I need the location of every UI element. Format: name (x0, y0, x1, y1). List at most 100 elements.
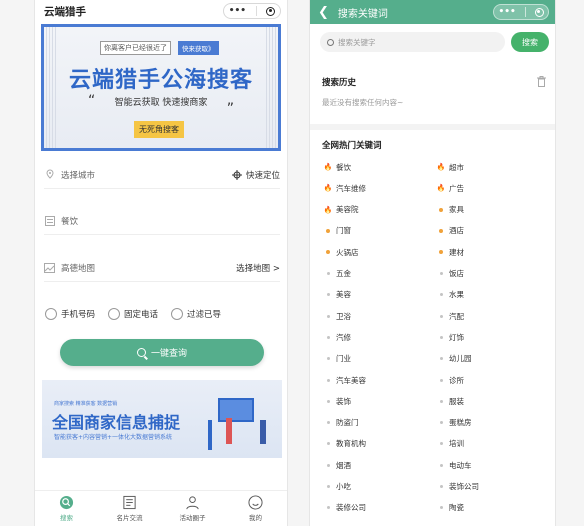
hot-keyword-item[interactable]: 培训 (437, 439, 464, 449)
radio-label: 手机号码 (61, 310, 96, 320)
close-target-icon[interactable] (534, 7, 544, 17)
hot-keyword-label: 蛋糕房 (449, 418, 472, 428)
hot-keyword-item[interactable]: 火锅店 (324, 247, 359, 257)
hot-keyword-item[interactable]: 🔥 汽车维修 (324, 183, 366, 193)
hot-keyword-item[interactable]: 汽车美容 (324, 375, 366, 385)
flame-icon: 🔥 (323, 205, 333, 214)
map-selector[interactable]: 高德地图 选择地图 > (44, 254, 280, 282)
hot-keyword-item[interactable]: 🔥 美容院 (324, 205, 359, 215)
tab-activity-circle[interactable]: 活动圈子 (161, 491, 224, 526)
header-bar: ❮ 搜索关键词 ••• (310, 0, 555, 24)
hot-keyword-item[interactable]: 陶瓷 (437, 503, 464, 513)
orange-dot-icon (324, 228, 332, 233)
banner-hint: 你离客户已经很近了 (100, 41, 171, 55)
industry-field[interactable]: 餐饮 (44, 207, 280, 235)
hot-keyword-item[interactable]: 教育机构 (324, 439, 366, 449)
hot-keyword-label: 美容院 (336, 205, 359, 215)
person-illustration (260, 420, 266, 444)
gray-dot-icon (437, 485, 445, 488)
hot-keyword-label: 汽配 (449, 311, 464, 321)
gray-dot-icon (437, 357, 445, 361)
hot-keyword-item[interactable]: 🔥 广告 (437, 183, 464, 193)
more-icon[interactable]: ••• (229, 6, 246, 16)
bottom-tab-bar: 搜索 名片交流 活动圈子 我的 (35, 490, 287, 526)
more-icon[interactable]: ••• (498, 7, 515, 17)
hot-keyword-item[interactable]: 灯饰 (437, 332, 464, 342)
hot-keyword-item[interactable]: 烟酒 (324, 460, 351, 470)
hot-keyword-item[interactable]: 幼儿园 (437, 354, 472, 364)
tab-label: 名片交流 (116, 514, 143, 522)
ad-banner[interactable]: 商家搜索 精准获客 数据营销 全国商家信息捕捉 智能获客+内容营销+一体化大数据… (42, 380, 282, 458)
hot-keyword-label: 装修公司 (336, 503, 366, 513)
hot-keyword-item[interactable]: 诊所 (437, 375, 464, 385)
search-button[interactable]: 搜索 (511, 32, 549, 52)
hot-keyword-item[interactable]: 卫浴 (324, 311, 351, 321)
banner-subtitle: 智能云获取 快速搜商家 (114, 98, 208, 108)
hot-keyword-item[interactable]: 装修公司 (324, 503, 366, 513)
hot-keyword-label: 陶瓷 (449, 503, 464, 513)
quick-locate-button[interactable]: 快速定位 (231, 169, 280, 181)
search-icon (136, 348, 146, 357)
hot-keyword-item[interactable]: 家具 (437, 205, 464, 215)
hot-keyword-item[interactable]: 蛋糕房 (437, 418, 472, 428)
city-selector[interactable]: 选择城市 快速定位 (44, 161, 280, 189)
hot-keyword-item[interactable]: 建材 (437, 247, 464, 257)
radio-circle[interactable] (45, 308, 57, 320)
mini-program-capsule[interactable]: ••• (223, 3, 281, 19)
location-pin-icon (44, 169, 55, 180)
gray-dot-icon (324, 378, 332, 382)
hot-keyword-label: 饭店 (449, 269, 464, 278)
select-map-button[interactable]: 选择地图 > (236, 262, 280, 274)
close-target-icon[interactable] (266, 6, 276, 16)
hot-keyword-label: 美容 (336, 290, 351, 300)
one-click-query-button[interactable]: 一键查询 (60, 339, 264, 366)
hot-keyword-item[interactable]: 小吃 (324, 482, 351, 492)
hot-keyword-item[interactable]: 美容 (324, 290, 351, 300)
hot-keyword-item[interactable]: 汽修 (324, 332, 351, 342)
radio-circle[interactable] (108, 308, 121, 320)
radio-mobile[interactable]: 手机号码 (45, 308, 95, 320)
screen-illustration (218, 398, 254, 422)
promo-banner[interactable]: 你离客户已经很近了 快来获取》 云端猎手公海搜客 “ 智能云获取 快速搜商家 ”… (41, 24, 281, 151)
hot-keyword-item[interactable]: 🔥 餐饮 (324, 162, 351, 172)
flame-icon: 🔥 (323, 184, 333, 193)
hot-keyword-item[interactable]: 门窗 (324, 226, 351, 236)
tab-mine[interactable]: 我的 (224, 491, 287, 526)
hot-keyword-label: 五金 (336, 269, 351, 278)
gray-dot-icon (324, 399, 332, 403)
hot-keyword-item[interactable]: 🔥 超市 (437, 162, 464, 172)
hot-keyword-item[interactable]: 水果 (437, 290, 464, 300)
gray-dot-icon (324, 272, 332, 275)
tab-card-exchange[interactable]: 名片交流 (98, 491, 161, 526)
hot-keyword-item[interactable]: 装饰 (324, 396, 351, 406)
gray-dot-icon (324, 442, 332, 446)
radio-landline[interactable]: 固定电话 (108, 308, 158, 320)
hot-keyword-item[interactable]: 服装 (437, 396, 464, 406)
radio-circle[interactable] (171, 308, 184, 320)
trash-icon[interactable] (537, 76, 546, 87)
gray-dot-icon (437, 442, 445, 446)
hot-keyword-label: 火锅店 (336, 247, 359, 257)
keyword-search-input[interactable]: 搜索关键字 (320, 32, 505, 52)
banner-tag: 无死角搜客 (134, 121, 184, 138)
hot-keyword-item[interactable]: 门业 (324, 354, 351, 364)
hot-keyword-label: 培训 (449, 439, 464, 449)
radio-filter-exported[interactable]: 过滤已导 (171, 308, 221, 320)
hot-keyword-label: 汽车美容 (336, 375, 366, 385)
mini-program-capsule[interactable]: ••• (493, 4, 549, 20)
hot-keyword-item[interactable]: 五金 (324, 269, 351, 279)
hot-keyword-label: 门业 (336, 354, 351, 364)
tab-search[interactable]: 搜索 (35, 491, 98, 526)
search-placeholder: 搜索关键字 (338, 37, 376, 47)
history-empty-text: 最近没有搜索任何内容~ (322, 98, 404, 107)
back-icon[interactable]: ❮ (318, 5, 329, 20)
hot-keyword-item[interactable]: 防盗门 (324, 418, 359, 428)
hot-keyword-item[interactable]: 电动车 (437, 460, 472, 470)
quick-locate-label: 快速定位 (245, 170, 280, 181)
hot-keyword-item[interactable]: 酒店 (437, 226, 464, 236)
card-icon (123, 495, 136, 510)
hot-keyword-item[interactable]: 装饰公司 (437, 482, 479, 492)
hot-keyword-item[interactable]: 汽配 (437, 311, 464, 321)
gray-dot-icon (324, 314, 332, 318)
hot-keyword-item[interactable]: 饭店 (437, 269, 464, 279)
